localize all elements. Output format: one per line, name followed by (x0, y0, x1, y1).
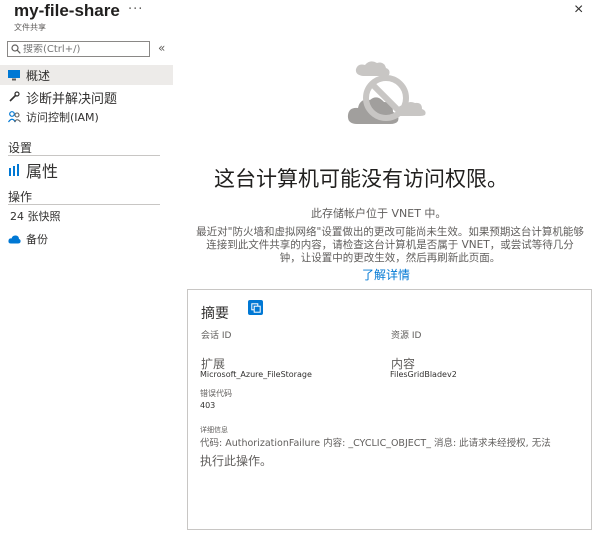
summary-title: 摘要 (201, 306, 229, 322)
page-title: my-file-share (14, 1, 120, 20)
sidebar-item-snapshots[interactable]: 24 张快照 (0, 206, 173, 226)
resource-id-label: 资源 ID (391, 331, 422, 341)
learn-more-link[interactable]: 了解详情 (362, 266, 410, 283)
search-box[interactable] (7, 41, 150, 57)
search-icon (11, 44, 21, 54)
sidebar-item-label: 诊断并解决问题 (26, 91, 118, 107)
wrench-icon (7, 90, 21, 104)
no-access-illustration-icon (347, 61, 426, 124)
section-settings-title: 设置 (8, 141, 33, 155)
main-heading: 这台计算机可能没有访问权限。 (214, 167, 508, 191)
details-label: 详细信息 (200, 426, 228, 434)
page-subtitle: 文件共享 (14, 23, 46, 32)
more-options-icon[interactable]: ··· (128, 2, 143, 17)
content-value: FilesGridBladev2 (390, 370, 457, 379)
sidebar-item-label: 备份 (26, 233, 48, 246)
error-code-label: 错误代码 (200, 389, 232, 398)
summary-panel: 摘要 会话 ID 资源 ID 扩展 Microsoft_Azure_FileSt… (187, 289, 592, 530)
collapse-sidebar-icon[interactable]: « (158, 41, 165, 55)
sidebar-item-label: 访问控制(IAM) (26, 111, 99, 124)
sidebar-item-label: 24 张快照 (10, 210, 61, 223)
cloud-icon (7, 232, 21, 246)
error-code-value: 403 (200, 401, 216, 410)
vnet-message: 此存储帐户位于 VNET 中。 (311, 207, 447, 220)
sidebar-item-diagnose[interactable]: 诊断并解决问题 (0, 87, 173, 107)
overview-icon (7, 68, 21, 82)
description-text: 最近对"防火墙和虚拟网络"设置做出的更改可能尚未生效。如果预期这台计算机能够连接… (196, 226, 584, 264)
sidebar-item-backup[interactable]: 备份 (0, 229, 173, 249)
people-icon (7, 110, 21, 124)
extension-value: Microsoft_Azure_FileStorage (200, 370, 312, 379)
details-value: 代码: AuthorizationFailure 内容: _CYCLIC_OBJ… (200, 438, 551, 449)
section-divider (8, 204, 160, 205)
section-divider (8, 155, 160, 156)
sidebar-item-overview[interactable]: 概述 (0, 65, 173, 85)
search-input[interactable] (23, 43, 143, 55)
sidebar-item-iam[interactable]: 访问控制(IAM) (0, 107, 173, 127)
session-id-label: 会话 ID (201, 331, 232, 341)
details-value-continued: 执行此操作。 (200, 454, 273, 468)
copy-icon[interactable] (248, 300, 263, 315)
close-icon[interactable]: × (574, 1, 583, 19)
sidebar-item-label: 概述 (26, 68, 51, 83)
